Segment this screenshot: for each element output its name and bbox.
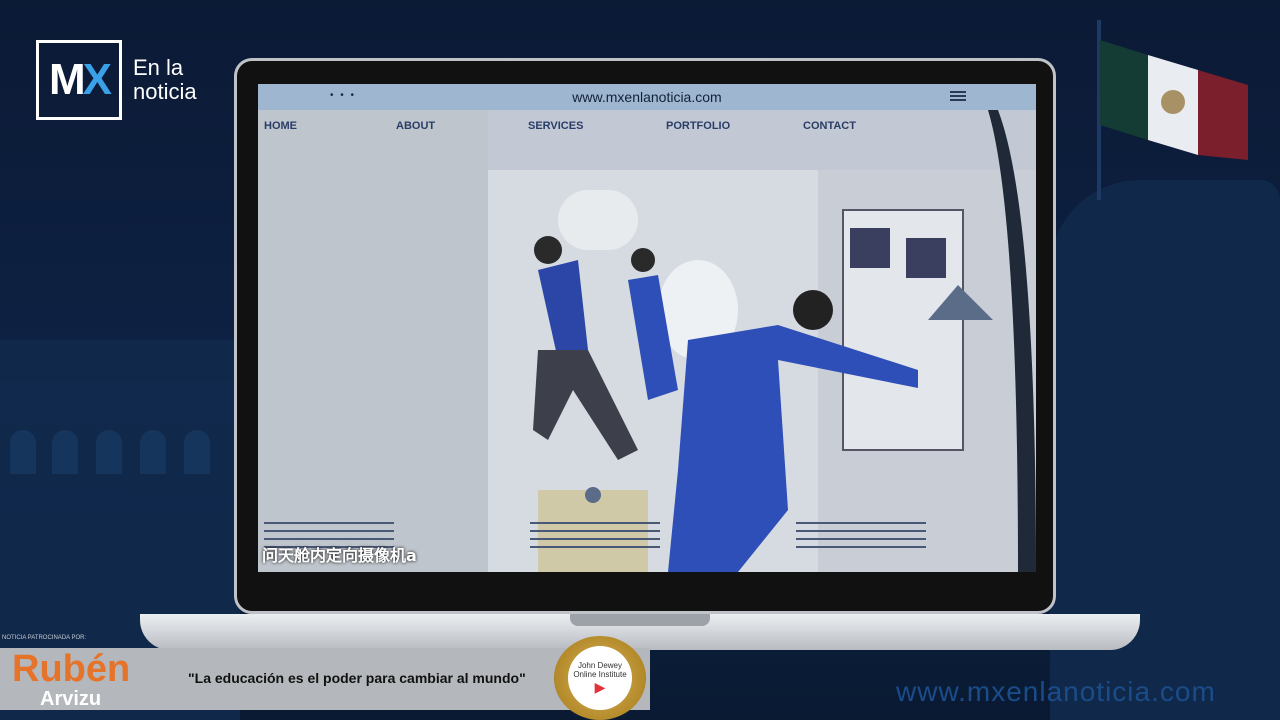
footer-url[interactable]: www.mxenlanoticia.com	[896, 676, 1216, 708]
play-icon: ▶	[594, 678, 606, 695]
site-nav: HOME ABOUT SERVICES PORTFOLIO CONTACT	[258, 118, 1036, 136]
badge-inner: John Dewey Online Institute ▶	[568, 646, 632, 710]
sponsor-quote: "La educación es el poder para cambiar a…	[188, 670, 526, 686]
nav-services[interactable]: SERVICES	[528, 120, 583, 132]
video-caption: 问天舱内定向摄像机a	[262, 546, 417, 565]
text-placeholder-lines	[530, 522, 660, 562]
logo-mark: MX	[48, 55, 112, 104]
institute-badge[interactable]: John Dewey Online Institute ▶	[554, 636, 646, 720]
nav-home[interactable]: HOME	[264, 120, 297, 132]
window-controls-icon[interactable]: • • •	[330, 90, 356, 101]
laptop-notch	[570, 614, 710, 626]
mexico-flag-icon	[1100, 40, 1248, 160]
sponsor-label: NOTICIA PATROCINADA POR:	[2, 635, 87, 641]
browser-url[interactable]: www.mxenlanoticia.com	[572, 89, 721, 105]
site-name-line1: En la	[133, 55, 184, 80]
browser-address-bar[interactable]: • • • www.mxenlanoticia.com	[258, 84, 1036, 110]
site-name: En la noticia	[133, 56, 197, 104]
space-station-video[interactable]	[258, 110, 1036, 572]
badge-line2: Online Institute	[573, 669, 627, 679]
badge-line1: John Dewey	[577, 660, 623, 670]
nav-portfolio[interactable]: PORTFOLIO	[666, 120, 730, 132]
nav-about[interactable]: ABOUT	[396, 120, 435, 132]
sponsor-surname: Arvizu	[40, 688, 102, 710]
site-logo[interactable]: MX	[36, 40, 122, 120]
nav-contact[interactable]: CONTACT	[803, 120, 856, 132]
laptop-screen: • • • www.mxenlanoticia.com HOME ABOUT S…	[258, 84, 1036, 572]
hamburger-menu-icon[interactable]	[950, 91, 966, 101]
site-name-line2: noticia	[133, 79, 197, 104]
sponsor-name: Rubén	[12, 648, 131, 690]
laptop-base	[140, 614, 1140, 650]
text-placeholder-lines	[796, 522, 926, 562]
